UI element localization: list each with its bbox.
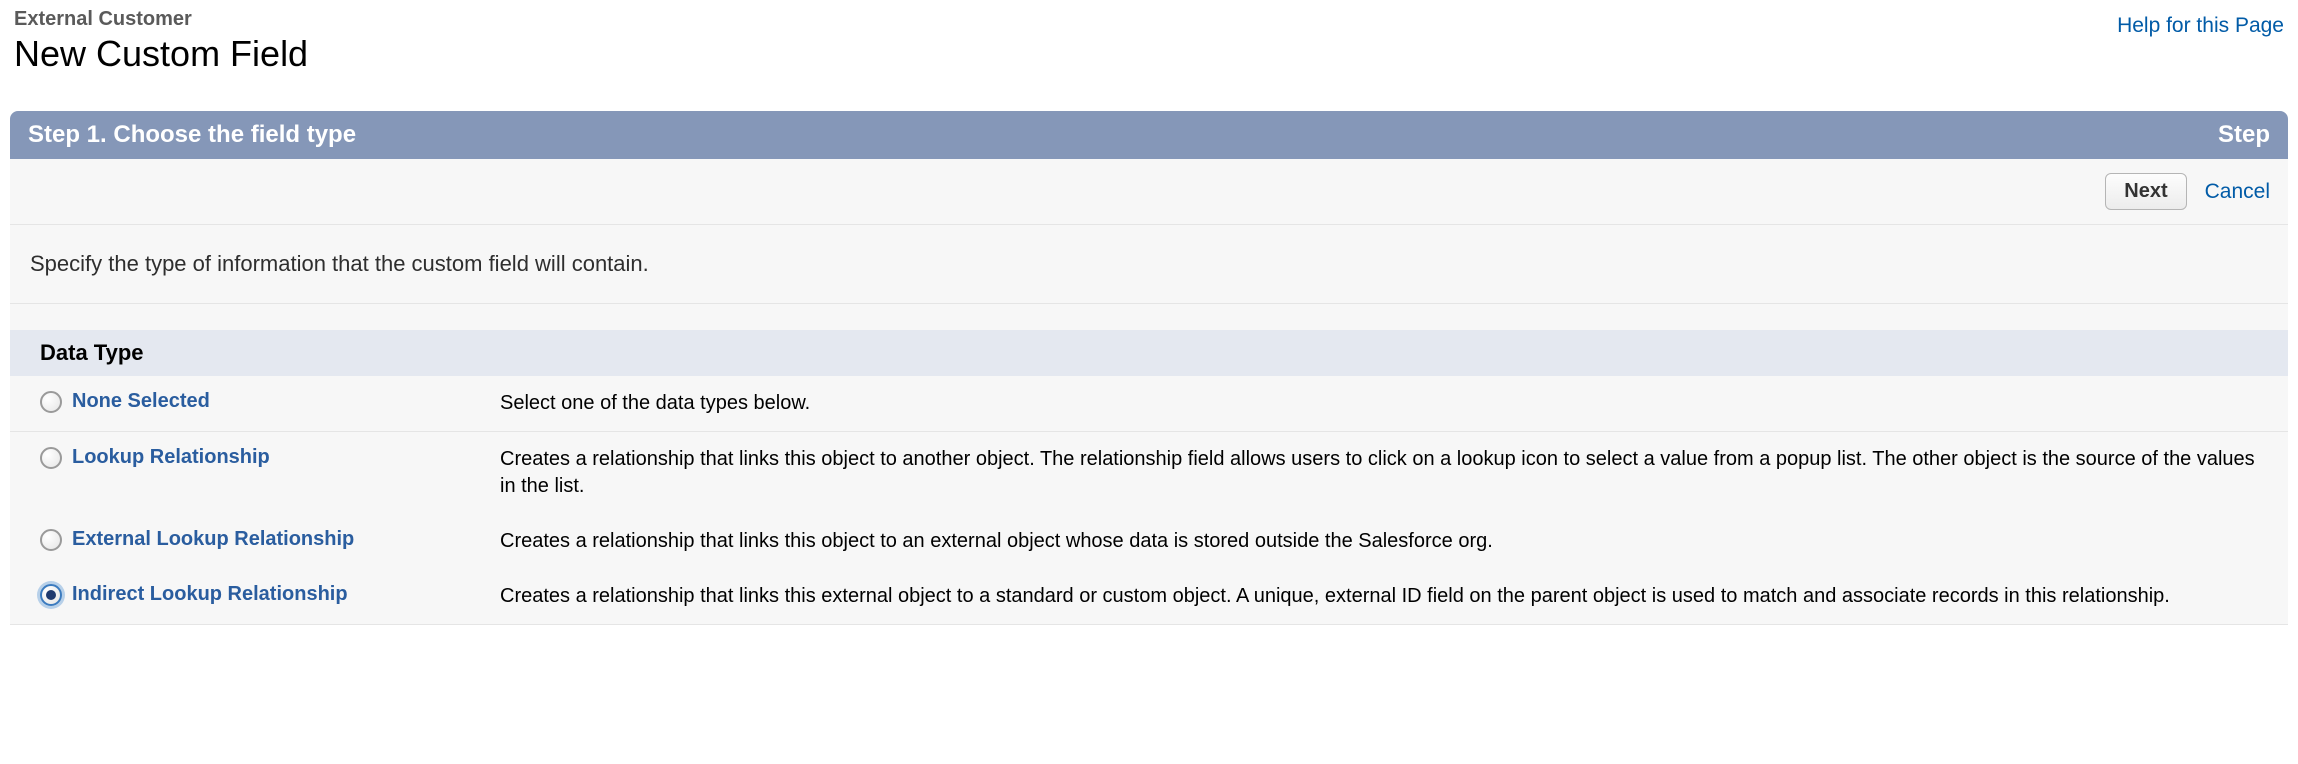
type-description: Creates a relationship that links this o… bbox=[500, 528, 2268, 555]
radio-button[interactable] bbox=[40, 584, 62, 606]
step-header: Step 1. Choose the field type Step bbox=[10, 111, 2288, 159]
type-description: Creates a relationship that links this e… bbox=[500, 583, 2268, 610]
type-description: Select one of the data types below. bbox=[500, 390, 2268, 417]
radio-option[interactable]: Indirect Lookup Relationship bbox=[40, 583, 500, 606]
cancel-link[interactable]: Cancel bbox=[2205, 180, 2270, 204]
radio-option[interactable]: None Selected bbox=[40, 390, 500, 413]
radio-option[interactable]: External Lookup Relationship bbox=[40, 528, 500, 551]
radio-label: None Selected bbox=[72, 390, 210, 413]
help-link[interactable]: Help for this Page bbox=[2117, 8, 2284, 38]
step-indicator: Step bbox=[2218, 121, 2270, 149]
instruction-text: Specify the type of information that the… bbox=[10, 225, 2288, 304]
type-row: Lookup Relationship Creates a relationshi… bbox=[10, 432, 2288, 514]
radio-option[interactable]: Lookup Relationship bbox=[40, 446, 500, 469]
wizard-panel: Step 1. Choose the field type Step Next … bbox=[10, 111, 2288, 625]
button-bar: Next Cancel bbox=[10, 159, 2288, 225]
radio-label: External Lookup Relationship bbox=[72, 528, 354, 551]
page-title: New Custom Field bbox=[14, 33, 308, 75]
radio-button[interactable] bbox=[40, 529, 62, 551]
radio-label: Indirect Lookup Relationship bbox=[72, 583, 348, 606]
type-row: None Selected Select one of the data type… bbox=[10, 376, 2288, 432]
radio-button[interactable] bbox=[40, 391, 62, 413]
type-description: Creates a relationship that links this o… bbox=[500, 446, 2268, 500]
spacer bbox=[10, 304, 2288, 330]
type-row: Indirect Lookup Relationship Creates a re… bbox=[10, 569, 2288, 624]
radio-label: Lookup Relationship bbox=[72, 446, 270, 469]
radio-button[interactable] bbox=[40, 447, 62, 469]
data-type-list: None Selected Select one of the data type… bbox=[10, 376, 2288, 625]
step-title: Step 1. Choose the field type bbox=[28, 121, 356, 149]
data-type-header: Data Type bbox=[10, 330, 2288, 376]
type-row: External Lookup Relationship Creates a re… bbox=[10, 514, 2288, 569]
next-button[interactable]: Next bbox=[2105, 173, 2186, 210]
breadcrumb: External Customer bbox=[14, 8, 308, 31]
